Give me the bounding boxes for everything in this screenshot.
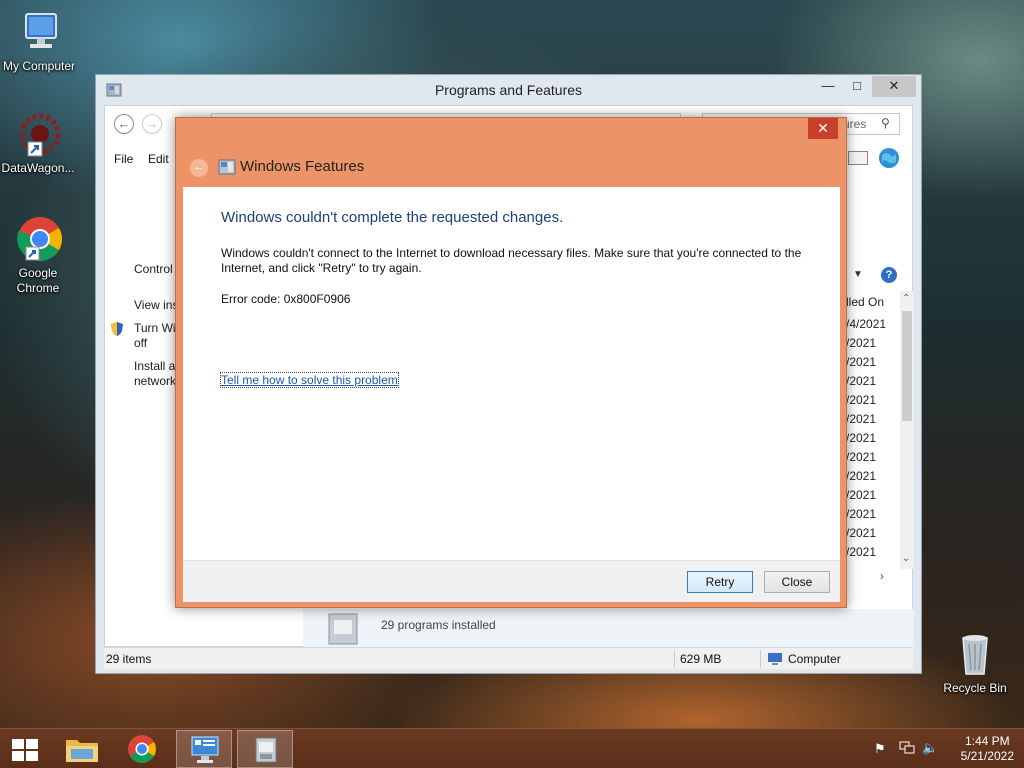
desktop-icon-google-chrome[interactable]: Google Chrome (0, 215, 80, 296)
globe-icon (877, 146, 903, 170)
list-item-date: /2021 (846, 336, 877, 350)
taskbar: ⚑ 🔈 1:44 PM 5/21/2022 (0, 728, 1024, 768)
network-computer-icon (191, 736, 219, 763)
programs-icon (325, 612, 365, 646)
chrome-icon (14, 215, 62, 263)
taskbar-programs-and-features[interactable] (237, 730, 293, 768)
list-item-date: /2021 (846, 488, 877, 502)
error-code: Error code: 0x800F0906 (221, 292, 351, 306)
clock-time: 1:44 PM (964, 734, 1010, 748)
windows-logo-icon (12, 739, 38, 761)
link-turn-windows-features[interactable]: Turn Wi (134, 321, 176, 336)
list-item-date: /2021 (846, 526, 877, 540)
windows-features-icon (218, 158, 236, 176)
details-pane: 29 programs installed (303, 609, 914, 649)
status-divider (760, 650, 761, 668)
list-item-date: /2021 (846, 393, 877, 407)
view-options-icon[interactable] (848, 151, 868, 165)
dialog-header: ← Windows Features (176, 148, 846, 186)
list-item-date: /2021 (846, 374, 877, 388)
network-icon[interactable] (899, 741, 915, 755)
link-control-panel-home[interactable]: Control (134, 262, 173, 277)
vertical-scrollbar[interactable]: ⌃ ⌄ (900, 291, 914, 569)
dialog-title: Windows Features (240, 158, 365, 175)
recycle-bin-icon (951, 630, 999, 678)
list-item-date: /2021 (846, 412, 877, 426)
back-button[interactable]: ← (114, 114, 134, 134)
scroll-down-icon[interactable]: ⌄ (902, 553, 910, 564)
list-item-date: /2021 (846, 469, 877, 483)
computer-icon (15, 8, 63, 56)
column-header-installed-on[interactable]: lled On (846, 295, 884, 309)
help-icon[interactable]: ? (881, 267, 897, 283)
scroll-right-icon[interactable]: › (880, 569, 884, 583)
desktop-icon-recycle-bin[interactable]: Recycle Bin (933, 630, 1017, 696)
link-install-from-network-2[interactable]: network (134, 374, 176, 389)
desktop: My Computer DataWagon... Google Chrome R… (0, 0, 1024, 728)
programs-installed-count: 29 programs installed (381, 618, 496, 632)
menu-file[interactable]: File (114, 152, 133, 166)
desktop-icon-datawagon[interactable]: DataWagon... (0, 110, 80, 176)
desktop-icon-label: My Computer (2, 59, 76, 73)
back-arrow-icon[interactable]: ← (190, 159, 208, 177)
list-item-date: /2021 (846, 507, 877, 521)
clock-date: 5/21/2022 (960, 749, 1014, 763)
taskbar-file-explorer[interactable] (54, 730, 110, 768)
status-divider (674, 650, 675, 668)
dialog-content: Windows couldn't complete the requested … (183, 187, 840, 560)
window-title: Programs and Features (434, 82, 583, 98)
taskbar-remote-desktop[interactable] (176, 730, 232, 768)
error-message: Windows couldn't connect to the Internet… (221, 246, 802, 275)
status-size: 629 MB (680, 652, 722, 666)
action-center-flag-icon[interactable]: ⚑ (874, 741, 886, 757)
list-item-date: /4/2021 (846, 317, 887, 331)
computer-small-icon (767, 652, 783, 666)
dialog-footer: Retry Close (183, 560, 840, 602)
close-button[interactable]: Close (764, 571, 830, 593)
maximize-button[interactable]: □ (843, 76, 871, 97)
help-link[interactable]: Tell me how to solve this problem (220, 372, 399, 388)
desktop-icon-label: DataWagon... (1, 161, 75, 175)
search-icon: ⚲ (881, 116, 890, 130)
system-clock[interactable]: 1:44 PM 5/21/2022 (961, 734, 1014, 764)
programs-features-icon (255, 737, 277, 763)
list-item-date: /2021 (846, 355, 877, 369)
forward-button[interactable]: → (142, 114, 162, 134)
taskbar-chrome[interactable] (114, 730, 170, 768)
minimize-button[interactable]: — (814, 76, 842, 97)
desktop-icon-label: Google Chrome (16, 266, 60, 295)
dialog-close-button[interactable]: ✕ (808, 118, 838, 139)
menu-edit[interactable]: Edit (148, 152, 169, 166)
link-view-installed-updates[interactable]: View ins (134, 298, 178, 313)
window-titlebar: Programs and Features — □ ✕ (96, 75, 921, 105)
scrollbar-thumb[interactable] (902, 311, 912, 421)
status-location: Computer (788, 652, 841, 666)
link-install-from-network[interactable]: Install a (134, 359, 175, 374)
retry-button[interactable]: Retry (687, 571, 753, 593)
list-item-date: /2021 (846, 450, 877, 464)
windows-features-dialog: ✕ ← Windows Features Windows couldn't co… (175, 117, 847, 608)
dropdown-arrow-icon[interactable]: ▼ (853, 269, 863, 280)
chrome-taskbar-icon (128, 735, 156, 763)
datawagon-shortcut-icon (14, 110, 62, 158)
scroll-up-icon[interactable]: ⌃ (902, 293, 910, 304)
status-item-count: 29 items (106, 652, 152, 666)
folder-icon (66, 740, 98, 762)
desktop-icon-my-computer[interactable]: My Computer (0, 8, 81, 74)
list-item-date: /2021 (846, 545, 877, 559)
status-bar: 29 items 629 MB Computer (104, 647, 913, 669)
window-close-button[interactable]: ✕ (872, 76, 916, 97)
desktop-icon-label: Recycle Bin (943, 681, 1007, 695)
shield-icon (110, 321, 124, 340)
volume-muted-icon[interactable]: 🔈 (922, 740, 938, 756)
list-item-date: /2021 (846, 431, 877, 445)
error-heading: Windows couldn't complete the requested … (221, 209, 564, 226)
link-turn-windows-features-off[interactable]: off (134, 336, 147, 351)
start-button[interactable] (0, 730, 50, 768)
